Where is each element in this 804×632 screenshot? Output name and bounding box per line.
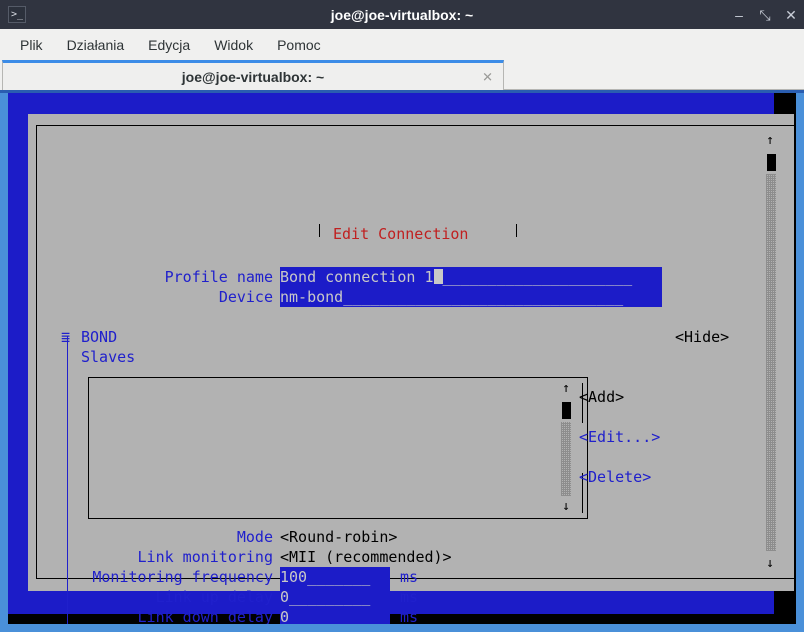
profile-name-input[interactable]: Bond connection 1 _____________________ (280, 267, 662, 287)
listbox-scroll-up-icon[interactable]: ↑ (560, 382, 572, 396)
listbox-scroll-thumb[interactable] (562, 402, 571, 419)
terminal-content[interactable]: Edit Connection Profile name Bond connec… (8, 93, 796, 624)
profile-name-fill: _____________________ (443, 268, 633, 286)
slaves-label: Slaves (81, 347, 135, 367)
link-up-delay-value: 0 (280, 588, 289, 606)
dialog-title-tick-left (319, 224, 320, 237)
hide-button[interactable]: <Hide> (675, 327, 729, 347)
slaves-listbox[interactable]: ↑ ↓ (88, 377, 588, 519)
profile-name-value: Bond connection 1 (280, 268, 434, 286)
tree-collapse-icon[interactable]: ≣ (61, 327, 70, 347)
menubar: Plik Działania Edycja Widok Pomoc (0, 29, 804, 60)
device-value: nm-bond (280, 288, 343, 306)
mode-select[interactable]: <Round-robin> (280, 527, 397, 547)
dialog-scrollbar[interactable]: ↑ ↓ (764, 134, 778, 571)
device-fill: _______________________________ (343, 288, 623, 306)
tab-terminal[interactable]: joe@joe-virtualbox: ~ ✕ (2, 60, 504, 90)
window-title: joe@joe-virtualbox: ~ (0, 7, 804, 23)
text-cursor (434, 269, 443, 284)
menu-item-view[interactable]: Widok (204, 34, 263, 56)
menu-item-file[interactable]: Plik (10, 34, 53, 56)
menu-item-help[interactable]: Pomoc (267, 34, 331, 56)
link-up-delay-input[interactable]: 0_________ (280, 587, 390, 607)
minimize-icon[interactable]: – (732, 8, 746, 22)
edit-button[interactable]: <Edit...> (579, 427, 660, 447)
monitoring-frequency-label: Monitoring frequency (48, 567, 273, 587)
terminal-icon: >_ (8, 6, 26, 23)
link-down-delay-label: Link down delay (48, 607, 273, 624)
tab-close-icon[interactable]: ✕ (482, 70, 493, 83)
link-monitoring-select[interactable]: <MII (recommended)> (280, 547, 452, 567)
section-title-bond: BOND (81, 327, 117, 347)
tab-strip: joe@joe-virtualbox: ~ ✕ (0, 60, 804, 93)
edit-connection-dialog: Edit Connection Profile name Bond connec… (28, 114, 794, 591)
add-button[interactable]: <Add> (579, 387, 624, 407)
delete-button[interactable]: <Delete> (579, 467, 651, 487)
application-window: >_ joe@joe-virtualbox: ~ – ⤡ ✕ Plik Dzia… (0, 0, 804, 632)
link-monitoring-label: Link monitoring (68, 547, 273, 567)
device-input[interactable]: nm-bond_______________________________ (280, 287, 662, 307)
link-up-delay-label: Link up delay (48, 587, 273, 607)
menu-item-edit[interactable]: Edycja (138, 34, 200, 56)
link-down-delay-value: 0 (280, 608, 289, 624)
maximize-icon[interactable]: ⤡ (758, 8, 772, 22)
dialog-scroll-track[interactable] (766, 174, 776, 551)
mode-label: Mode (68, 527, 273, 547)
link-up-delay-unit: ms (400, 587, 418, 607)
dialog-scroll-down-icon[interactable]: ↓ (764, 557, 776, 571)
tab-label: joe@joe-virtualbox: ~ (182, 69, 324, 85)
device-label: Device (68, 287, 273, 307)
tab-strip-filler (504, 62, 804, 90)
listbox-scrollbar[interactable]: ↑ ↓ (560, 382, 572, 514)
dialog-title-tick-right (516, 224, 517, 237)
dialog-title: Edit Connection (325, 227, 476, 242)
profile-name-label: Profile name (68, 267, 273, 287)
link-down-delay-input[interactable]: 0_________ (280, 607, 390, 624)
monitoring-frequency-fill: _______ (307, 568, 370, 586)
listbox-scroll-down-icon[interactable]: ↓ (560, 500, 572, 514)
monitoring-frequency-value: 100 (280, 568, 307, 586)
listbox-scroll-track[interactable] (561, 422, 571, 496)
window-titlebar: >_ joe@joe-virtualbox: ~ – ⤡ ✕ (0, 0, 804, 29)
monitoring-frequency-input[interactable]: 100_______ (280, 567, 390, 587)
monitoring-frequency-unit: ms (400, 567, 418, 587)
dialog-scroll-up-icon[interactable]: ↑ (764, 134, 776, 148)
window-controls: – ⤡ ✕ (732, 0, 798, 29)
link-up-delay-fill: _________ (289, 588, 370, 606)
link-down-delay-unit: ms (400, 607, 418, 624)
close-icon[interactable]: ✕ (784, 8, 798, 22)
menu-item-actions[interactable]: Działania (57, 34, 135, 56)
link-down-delay-fill: _________ (289, 608, 370, 624)
dialog-scroll-thumb[interactable] (767, 154, 776, 171)
